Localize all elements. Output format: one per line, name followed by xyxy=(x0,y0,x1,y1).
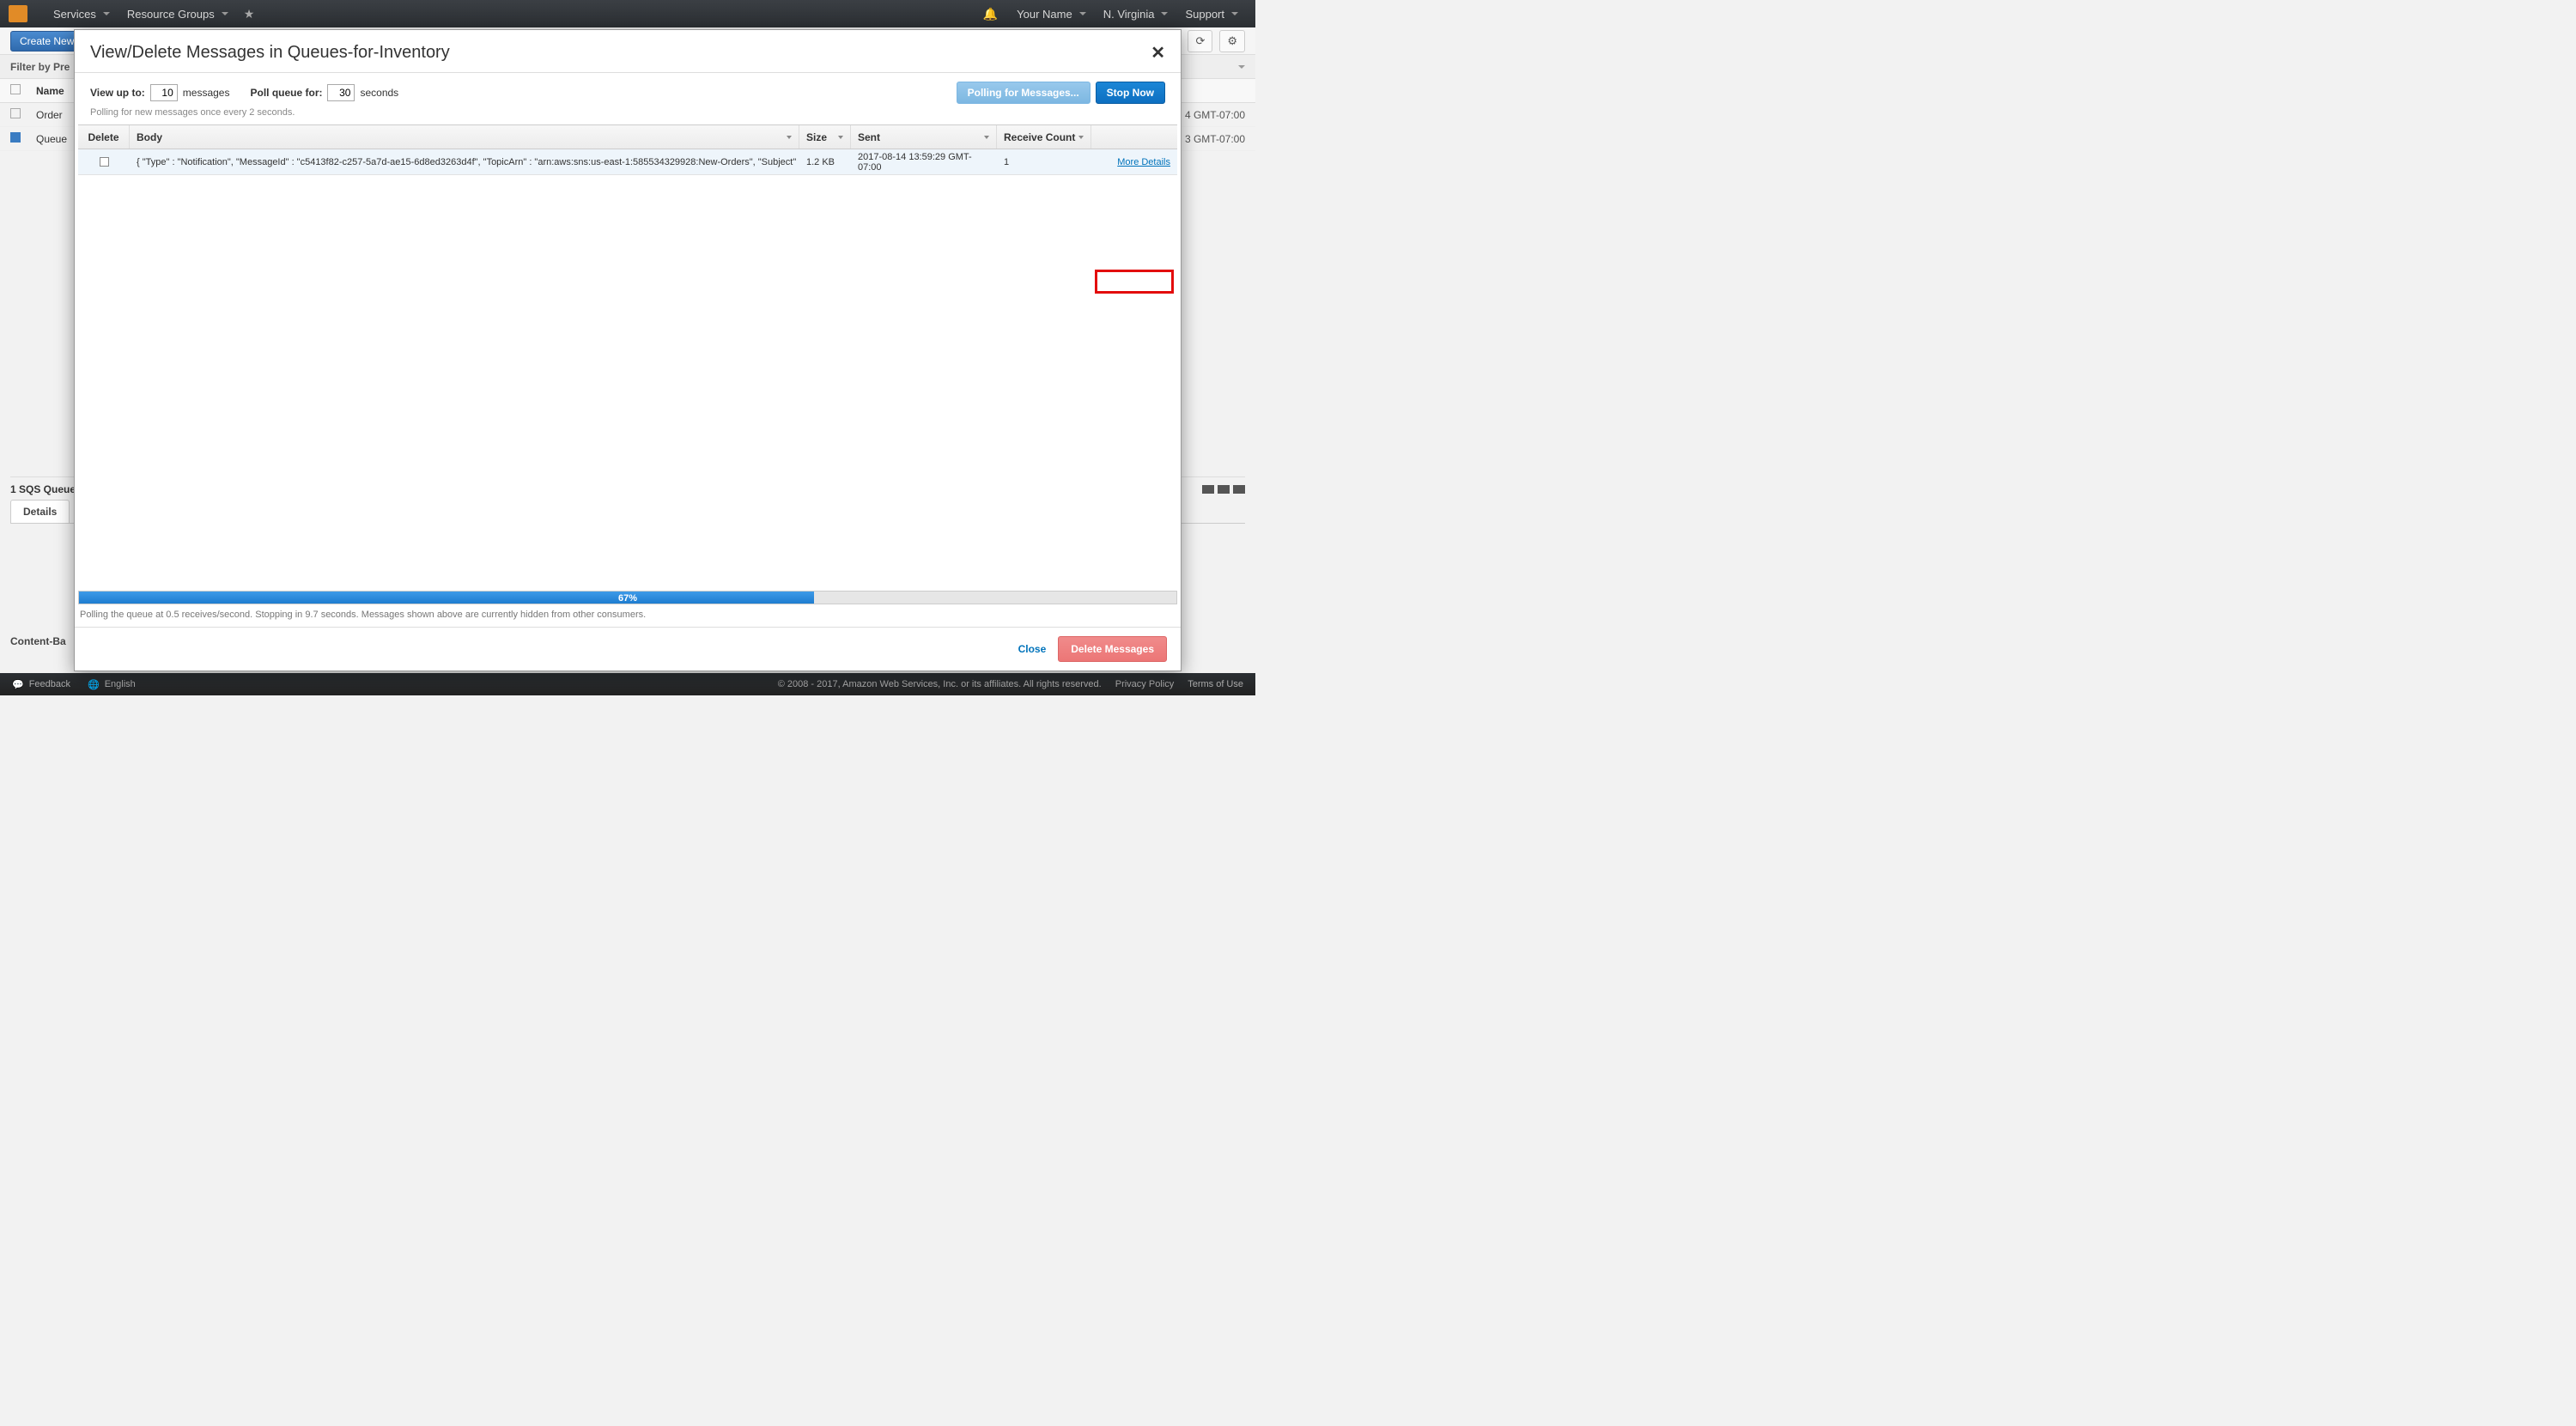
more-details-link[interactable]: More Details xyxy=(1117,157,1170,167)
language-link[interactable]: 🌐English xyxy=(88,679,136,690)
view-icon[interactable] xyxy=(1218,485,1230,494)
footer: 💬Feedback 🌐English © 2008 - 2017, Amazon… xyxy=(0,673,1255,695)
tab-details[interactable]: Details xyxy=(10,500,70,523)
delete-messages-button[interactable]: Delete Messages xyxy=(1058,636,1167,662)
comment-icon: 💬 xyxy=(12,679,24,690)
modal-footer: Close Delete Messages xyxy=(75,627,1181,671)
poll-progress: 67% xyxy=(78,591,1177,604)
highlight-box xyxy=(1095,270,1174,294)
poll-status-text: Polling the queue at 0.5 receives/second… xyxy=(75,606,1181,627)
chevron-down-icon xyxy=(1161,12,1168,15)
nav-services[interactable]: Services xyxy=(45,8,118,21)
col-size[interactable]: Size xyxy=(799,125,851,149)
nav-region-label: N. Virginia xyxy=(1103,8,1155,21)
seconds-label: seconds xyxy=(360,87,398,99)
polling-button: Polling for Messages... xyxy=(957,82,1091,104)
messages-label: messages xyxy=(183,87,230,99)
col-sent[interactable]: Sent xyxy=(851,125,997,149)
terms-link[interactable]: Terms of Use xyxy=(1188,679,1243,689)
stop-now-button[interactable]: Stop Now xyxy=(1096,82,1165,104)
refresh-button[interactable]: ⟳ xyxy=(1188,30,1212,52)
chevron-down-icon xyxy=(787,136,792,139)
nav-support[interactable]: Support xyxy=(1176,8,1247,21)
nav-user[interactable]: Your Name xyxy=(1008,8,1095,21)
chevron-down-icon xyxy=(1078,136,1084,139)
filter-label: Filter by Pre xyxy=(10,61,70,73)
aws-logo-icon[interactable] xyxy=(9,5,27,22)
col-body[interactable]: Body xyxy=(130,125,799,149)
bell-icon[interactable]: 🔔 xyxy=(973,7,1008,21)
col-delete[interactable]: Delete xyxy=(78,125,130,149)
copyright: © 2008 - 2017, Amazon Web Services, Inc.… xyxy=(778,679,1102,689)
view-icon[interactable] xyxy=(1202,485,1214,494)
modal-controls: View up to: messages Poll queue for: sec… xyxy=(75,73,1181,107)
chevron-down-icon xyxy=(838,136,843,139)
poll-progress-label: 67% xyxy=(79,592,1176,605)
chevron-down-icon xyxy=(984,136,989,139)
queue-ts: 3 GMT-07:00 xyxy=(1185,133,1245,145)
globe-icon: 🌐 xyxy=(88,679,100,690)
selection-count: 1 SQS Queue xyxy=(10,483,76,495)
pin-icon[interactable]: ★ xyxy=(237,7,262,21)
row-delete-checkbox[interactable] xyxy=(100,157,109,167)
nav-support-label: Support xyxy=(1185,8,1224,21)
modal-title: View/Delete Messages in Queues-for-Inven… xyxy=(90,43,450,63)
feedback-link[interactable]: 💬Feedback xyxy=(12,679,70,690)
content-based-label: Content-Ba xyxy=(10,635,66,647)
chevron-down-icon xyxy=(222,12,228,15)
message-sent: 2017-08-14 13:59:29 GMT-07:00 xyxy=(851,149,997,174)
chevron-down-icon xyxy=(1079,12,1086,15)
row-checkbox[interactable] xyxy=(10,108,21,118)
top-nav: Services Resource Groups ★ 🔔 Your Name N… xyxy=(0,0,1255,27)
message-receive-count: 1 xyxy=(997,149,1091,174)
poll-for-label: Poll queue for: xyxy=(250,87,322,99)
modal-header: View/Delete Messages in Queues-for-Inven… xyxy=(75,30,1181,73)
create-queue-button[interactable]: Create New xyxy=(10,31,83,52)
view-delete-messages-modal: View/Delete Messages in Queues-for-Inven… xyxy=(74,29,1182,671)
chevron-down-icon[interactable] xyxy=(1238,65,1245,69)
chevron-down-icon xyxy=(1231,12,1238,15)
polling-subtext: Polling for new messages once every 2 se… xyxy=(75,107,1181,124)
messages-table: Delete Body Size Sent Receive Count { "T… xyxy=(78,124,1177,586)
view-icon[interactable] xyxy=(1233,485,1245,494)
close-icon[interactable]: ✕ xyxy=(1151,42,1165,64)
view-up-to-label: View up to: xyxy=(90,87,145,99)
message-row[interactable]: { "Type" : "Notification", "MessageId" :… xyxy=(78,149,1177,175)
nav-services-label: Services xyxy=(53,8,96,21)
messages-table-header: Delete Body Size Sent Receive Count xyxy=(78,125,1177,149)
nav-user-label: Your Name xyxy=(1017,8,1072,21)
close-button[interactable]: Close xyxy=(1018,643,1047,655)
chevron-down-icon xyxy=(103,12,110,15)
view-up-to-input[interactable] xyxy=(150,84,178,101)
col-actions xyxy=(1091,125,1177,149)
nav-resource-groups[interactable]: Resource Groups xyxy=(118,8,237,21)
message-body: { "Type" : "Notification", "MessageId" :… xyxy=(130,149,799,174)
col-receive-count[interactable]: Receive Count xyxy=(997,125,1091,149)
privacy-link[interactable]: Privacy Policy xyxy=(1115,679,1174,689)
row-checkbox[interactable] xyxy=(10,132,21,143)
settings-button[interactable]: ⚙ xyxy=(1219,30,1245,52)
nav-region[interactable]: N. Virginia xyxy=(1095,8,1177,21)
nav-resource-groups-label: Resource Groups xyxy=(127,8,215,21)
select-all-checkbox[interactable] xyxy=(10,84,21,94)
poll-for-input[interactable] xyxy=(327,84,355,101)
message-size: 1.2 KB xyxy=(799,149,851,174)
queue-ts: 4 GMT-07:00 xyxy=(1185,109,1245,121)
